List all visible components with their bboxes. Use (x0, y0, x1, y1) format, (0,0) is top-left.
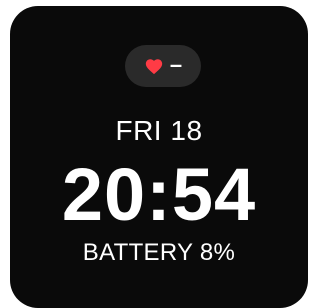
watch-face: – FRI 18 20:54 BATTERY 8% (10, 6, 308, 308)
heart-icon (145, 59, 163, 75)
battery-status: BATTERY 8% (82, 239, 236, 266)
heart-rate-complication[interactable]: – (125, 45, 201, 87)
heart-rate-value: – (169, 51, 183, 77)
time-display: 20:54 (61, 153, 257, 236)
date-label: FRI 18 (115, 115, 203, 146)
